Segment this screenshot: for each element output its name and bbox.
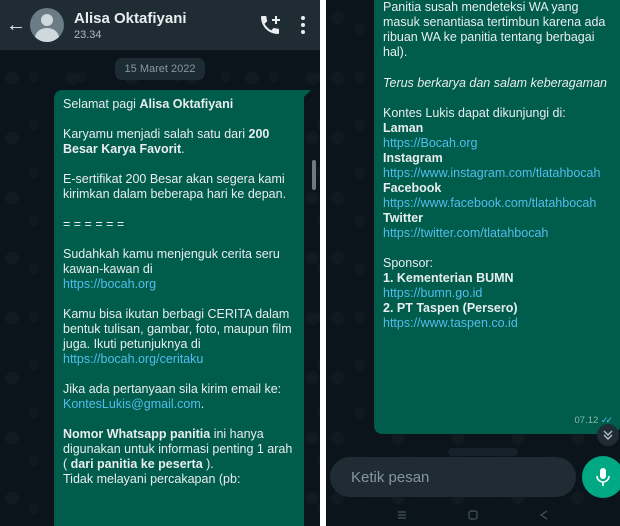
avatar[interactable] bbox=[30, 8, 64, 42]
chat-header: ← Alisa Oktafiyani 23.34 bbox=[0, 0, 320, 50]
avatar-head bbox=[41, 14, 53, 26]
menu-dot bbox=[301, 16, 305, 20]
paragraph-share: Kamu bisa ikutan berbagi CERITA dalam be… bbox=[63, 307, 295, 367]
double-chevron-svg bbox=[603, 430, 613, 441]
bold-text: dari panitia ke peserta bbox=[70, 457, 203, 471]
text: Jika ada pertanyaan sila kirim email ke: bbox=[63, 382, 282, 396]
paragraph-visit: Sudahkah kamu menjenguk cerita seru kawa… bbox=[63, 247, 295, 292]
date-separator: 15 Maret 2022 bbox=[115, 58, 205, 80]
paragraph-email: Jika ada pertanyaan sila kirim email ke:… bbox=[63, 382, 295, 412]
greeting-text: Selamat pagi bbox=[63, 97, 140, 111]
right-chat-screen: Panitia susah mendeteksi WA yang masuk s… bbox=[326, 0, 620, 526]
sponsor-label: Sponsor: bbox=[383, 256, 434, 270]
sponsor-1-name: 1. Kementerian BUMN bbox=[383, 271, 611, 286]
separator-line: = = = = = = bbox=[63, 217, 125, 231]
text: . bbox=[200, 397, 205, 411]
microphone-svg bbox=[596, 468, 610, 486]
recent-apps-icon[interactable] bbox=[396, 510, 408, 520]
system-nav-bar bbox=[326, 504, 620, 526]
bold-text: Facebook bbox=[383, 181, 442, 195]
back-nav-icon[interactable] bbox=[538, 509, 550, 521]
message-bubble[interactable]: Panitia susah mendeteksi WA yang masuk s… bbox=[374, 0, 620, 434]
home-icon[interactable] bbox=[467, 509, 479, 521]
bold-text: Instagram bbox=[383, 151, 443, 165]
message-input[interactable] bbox=[351, 462, 550, 492]
facebook-label: Facebook bbox=[383, 181, 611, 196]
text: ). bbox=[202, 457, 214, 471]
facebook-link[interactable]: https://www.facebook.com/tlatahbocah bbox=[383, 196, 611, 211]
contact-name: Alisa Oktafiyani bbox=[74, 9, 187, 27]
text: Kamu bisa ikutan berbagi CERITA dalam be… bbox=[63, 307, 292, 351]
bold-text: Twitter bbox=[383, 211, 424, 225]
message-bubble[interactable]: Selamat pagi Alisa Oktafiyani Karyamu me… bbox=[54, 90, 311, 526]
avatar-body bbox=[35, 28, 59, 42]
bubble-tail bbox=[303, 90, 311, 98]
left-chat-screen: ← Alisa Oktafiyani 23.34 15 Maret 2022 S… bbox=[0, 0, 320, 526]
bocah-link[interactable]: https://bocah.org bbox=[63, 277, 156, 291]
bold-text: Nomor Whatsapp panitia bbox=[63, 427, 211, 441]
text: Sudahkah kamu menjenguk cerita seru kawa… bbox=[63, 247, 280, 276]
paragraph-favorite: Karyamu menjadi salah satu dari 200 Besa… bbox=[63, 127, 295, 157]
greeting-line: Selamat pagi Alisa Oktafiyani bbox=[63, 97, 295, 112]
twitter-link[interactable]: https://twitter.com/tlatahbocah bbox=[383, 226, 611, 241]
email-link[interactable]: KontesLukis@gmail.com bbox=[63, 397, 201, 411]
laman-link[interactable]: https://Bocah.org bbox=[383, 136, 611, 151]
menu-dot bbox=[301, 30, 305, 34]
double-chevron-down-icon[interactable] bbox=[597, 424, 619, 446]
twitter-label: Twitter bbox=[383, 211, 611, 226]
bold-text: 2. PT Taspen (Persero) bbox=[383, 301, 518, 315]
microphone-icon[interactable] bbox=[582, 456, 620, 498]
message-time: 07.12 bbox=[574, 415, 599, 426]
date-separator-partial bbox=[448, 448, 518, 456]
greeting-name: Alisa Oktafiyani bbox=[139, 97, 234, 111]
ceritaku-link[interactable]: https://bocah.org/ceritaku bbox=[63, 352, 203, 366]
text: . bbox=[181, 142, 185, 156]
paragraph-certificate: E-sertifikat 200 Besar akan segera kami … bbox=[63, 172, 287, 201]
text: Karyamu menjadi salah satu dari bbox=[63, 127, 249, 141]
closing-text: Terus berkarya dan salam keberagaman bbox=[383, 76, 607, 90]
bold-text: 1. Kementerian BUMN bbox=[383, 271, 514, 285]
contact-status: 23.34 bbox=[74, 28, 102, 41]
instagram-link[interactable]: https://www.instagram.com/tlatahbocah bbox=[383, 166, 611, 181]
scrollbar[interactable] bbox=[312, 160, 316, 190]
instagram-label: Instagram bbox=[383, 151, 611, 166]
menu-dot bbox=[301, 23, 305, 27]
paragraph-whatsapp: Nomor Whatsapp panitia ini hanya digunak… bbox=[63, 427, 295, 487]
sponsor-1-link[interactable]: https://bumn.go.id bbox=[383, 286, 611, 301]
visit-intro: Kontes Lukis dapat dikunjungi di: bbox=[383, 106, 566, 120]
text: Tidak melayani percakapan (pb: bbox=[63, 472, 241, 486]
more-vertical-icon[interactable] bbox=[300, 16, 306, 34]
contact-info[interactable]: Alisa Oktafiyani 23.34 bbox=[74, 10, 258, 41]
paragraph-detection: Panitia susah mendeteksi WA yang masuk s… bbox=[383, 0, 606, 59]
sponsor-2-name: 2. PT Taspen (Persero) bbox=[383, 301, 611, 316]
bold-text: Laman bbox=[383, 121, 424, 135]
arrow-left-icon[interactable]: ← bbox=[6, 15, 28, 35]
message-composer bbox=[330, 457, 576, 497]
phone-add-icon[interactable] bbox=[258, 13, 282, 37]
laman-label: Laman bbox=[383, 121, 611, 136]
sponsor-2-link[interactable]: https://www.taspen.co.id bbox=[383, 316, 611, 331]
